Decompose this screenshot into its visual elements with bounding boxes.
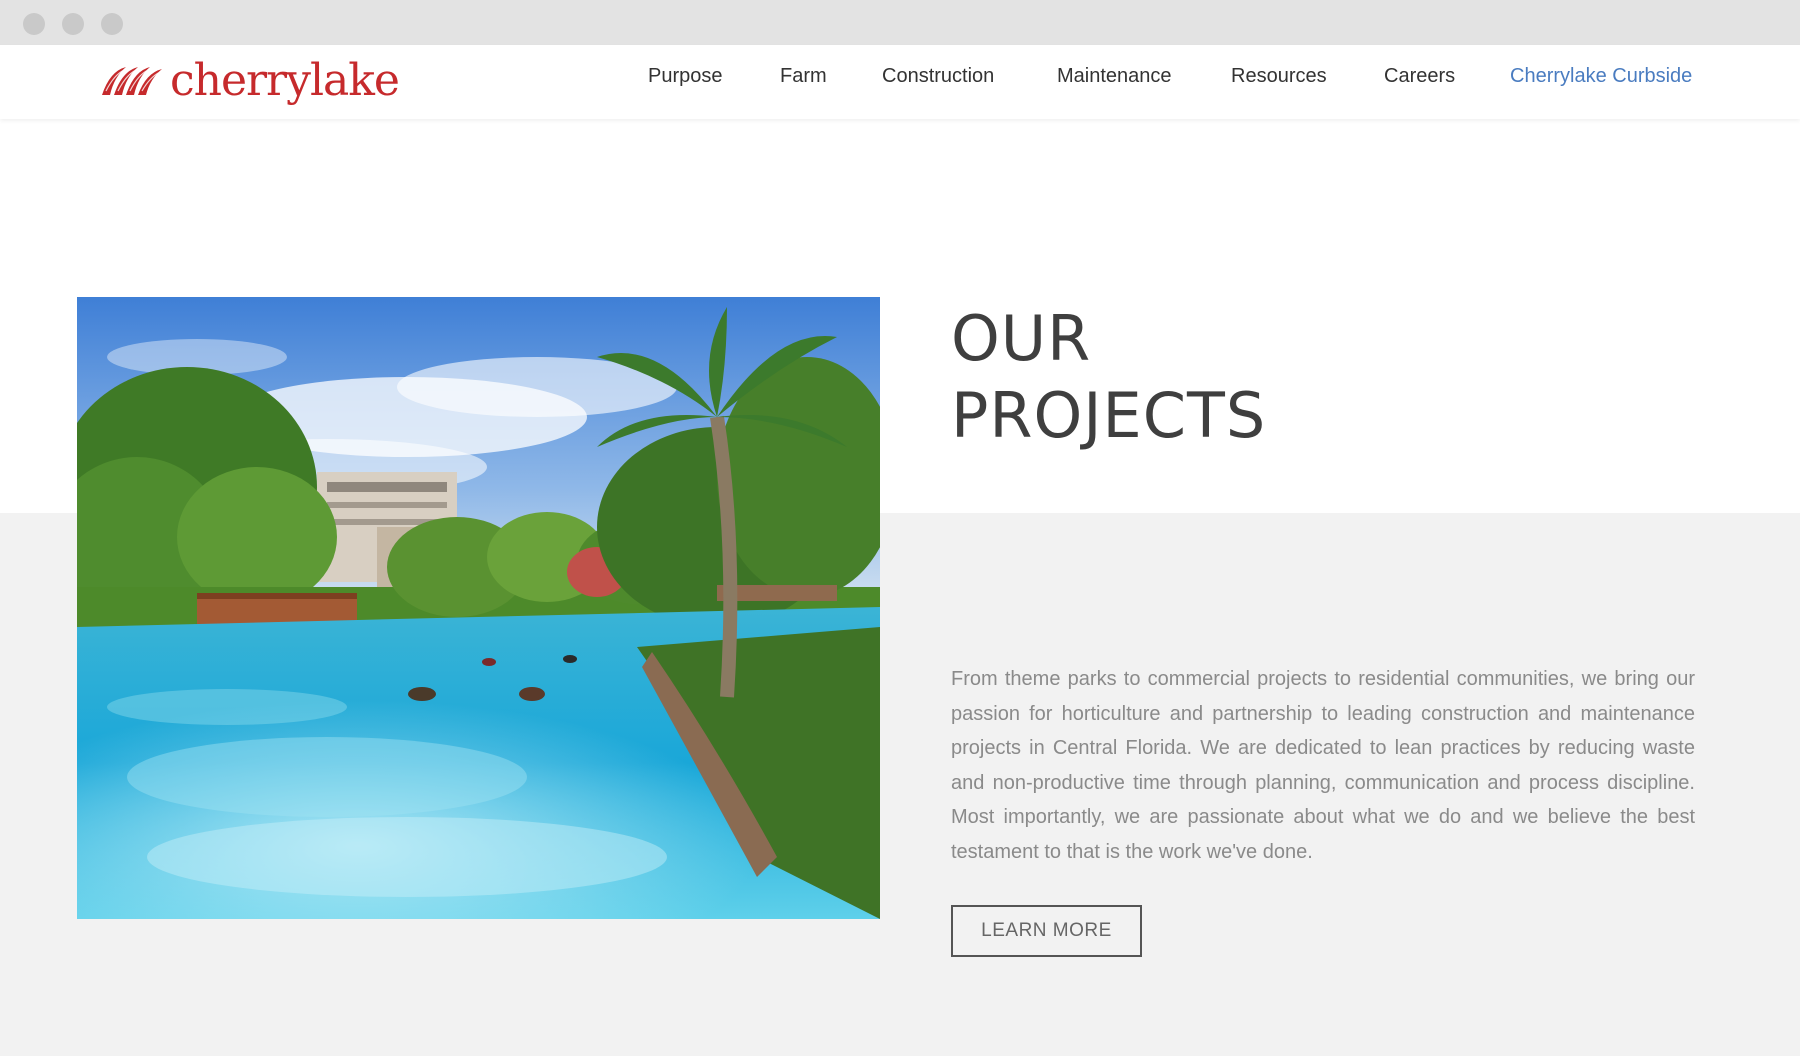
heading-line-1: OUR [951,302,1092,375]
window-maximize-dot[interactable] [101,13,123,35]
cherrylake-logo-icon [102,67,162,95]
site-header: cherrylake Purpose Farm Construction Mai… [0,45,1800,119]
window-minimize-dot[interactable] [62,13,84,35]
nav-item-careers[interactable]: Careers [1384,45,1455,119]
nav-item-farm[interactable]: Farm [780,45,827,119]
section-heading: OUR PROJECTS [951,300,1266,454]
nav-item-maintenance[interactable]: Maintenance [1057,45,1172,119]
section-description: From theme parks to commercial projects … [951,668,1695,863]
project-photo [77,297,880,919]
brand-logo[interactable]: cherrylake [100,53,400,109]
browser-titlebar [0,0,1800,45]
nav-item-construction[interactable]: Construction [882,45,994,119]
window-close-dot[interactable] [23,13,45,35]
heading-line-2: PROJECTS [951,379,1267,452]
nav-item-purpose[interactable]: Purpose [648,45,723,119]
brand-wordmark: cherrylake [170,55,400,106]
nav-item-cherrylake-curbside[interactable]: Cherrylake Curbside [1510,45,1692,119]
nav-item-resources[interactable]: Resources [1231,45,1327,119]
learn-more-button[interactable]: LEARN MORE [951,905,1142,957]
